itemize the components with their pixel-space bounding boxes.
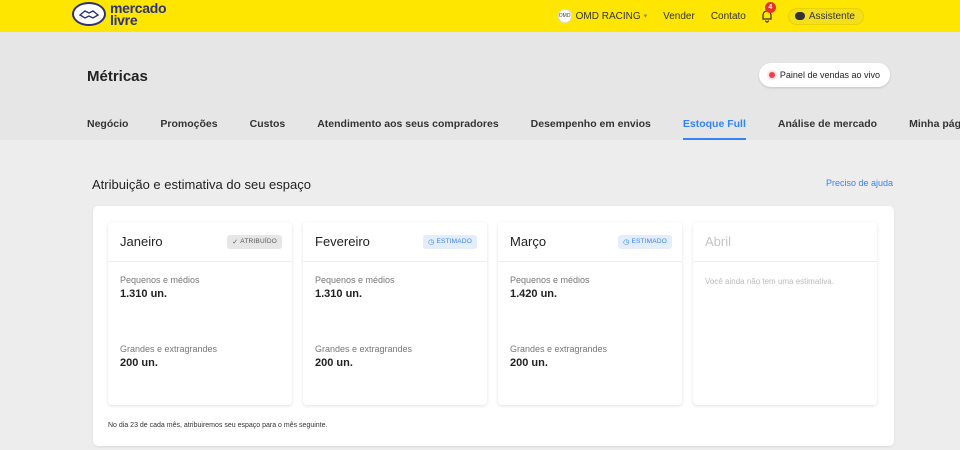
attributed-badge: ✓ ATRIBUÍDO: [227, 234, 282, 249]
store-avatar: OMD: [557, 9, 572, 23]
clock-icon: ◷: [623, 238, 630, 246]
help-link[interactable]: Preciso de ajuda: [826, 178, 893, 188]
month-card-janeiro: Janeiro ✓ ATRIBUÍDO Pequenos e médios 1.3…: [108, 222, 292, 405]
large-label: Grandes e extragrandes: [120, 344, 218, 354]
no-estimate-message: Você ainda não tem uma estimativa.: [705, 277, 834, 286]
live-dot-icon: [768, 72, 775, 78]
month-card-header: Fevereiro ◷ ESTIMADO: [303, 222, 487, 262]
estimated-badge: ◷ ESTIMADO: [618, 234, 672, 249]
top-bar: mercado livre OMD OMD RACING ▾ Vender Co…: [0, 0, 960, 32]
large-value: 200 un.: [120, 357, 158, 369]
tab-promocoes[interactable]: Promoções: [160, 118, 217, 140]
logo-text: mercado livre: [110, 0, 167, 28]
section-title: Atribuição e estimativa do seu espaço: [92, 177, 311, 192]
large-value: 200 un.: [315, 357, 353, 369]
small-medium-label: Pequenos e médios: [120, 275, 200, 285]
check-icon: ✓: [232, 238, 239, 246]
tab-custos[interactable]: Custos: [250, 118, 286, 140]
allocation-footnote: No dia 23 de cada mês, atribuiremos seu …: [108, 422, 328, 429]
handshake-icon: [72, 2, 106, 26]
badge-label: ATRIBUÍDO: [240, 238, 277, 245]
small-medium-label: Pequenos e médios: [315, 275, 395, 285]
metrics-tabs: Negócio Promoções Custos Atendimento aos…: [87, 118, 960, 140]
badge-label: ESTIMADO: [631, 238, 667, 245]
store-selector[interactable]: OMD OMD RACING ▾: [557, 9, 648, 23]
month-card-fevereiro: Fevereiro ◷ ESTIMADO Pequenos e médios 1.…: [303, 222, 487, 405]
large-label: Grandes e extragrandes: [315, 344, 413, 354]
tab-estoque-full[interactable]: Estoque Full: [682, 118, 746, 140]
mercado-livre-logo[interactable]: mercado livre: [72, 0, 167, 28]
tab-desempenho-envios[interactable]: Desempenho em envios: [531, 118, 651, 140]
small-medium-value: 1.420 un.: [510, 288, 558, 300]
page-title: Métricas: [87, 68, 148, 85]
notifications-button[interactable]: 4: [760, 2, 776, 23]
large-label: Grandes e extragrandes: [510, 344, 608, 354]
assistant-label: Assistente: [808, 10, 855, 22]
month-name: Março: [510, 234, 547, 249]
month-name: Fevereiro: [315, 234, 370, 249]
month-card-marco: Março ◷ ESTIMADO Pequenos e médios 1.420 …: [498, 222, 682, 405]
month-name: Janeiro: [120, 234, 163, 249]
page-header: Métricas Painel de vendas ao vivo Negóci…: [0, 32, 960, 140]
live-sales-panel-button[interactable]: Painel de vendas ao vivo: [758, 63, 890, 87]
tab-minha-pagina-label: Minha página: [909, 118, 960, 130]
chevron-down-icon: ▾: [643, 13, 648, 20]
month-card-header: Março ◷ ESTIMADO: [498, 222, 682, 262]
tab-negocio[interactable]: Negócio: [87, 118, 128, 140]
assistant-button[interactable]: Assistente: [787, 7, 864, 25]
tab-analise-mercado[interactable]: Análise de mercado: [778, 118, 877, 140]
month-card-abril: Abril Você ainda não tem uma estimativa.: [693, 222, 877, 405]
sell-link[interactable]: Vender: [663, 11, 695, 22]
small-medium-value: 1.310 un.: [315, 288, 363, 300]
large-value: 200 un.: [510, 357, 548, 369]
tab-atendimento[interactable]: Atendimento aos seus compradores: [317, 118, 498, 140]
small-medium-value: 1.310 un.: [120, 288, 168, 300]
month-card-header: Janeiro ✓ ATRIBUÍDO: [108, 222, 292, 262]
live-sales-panel-label: Painel de vendas ao vivo: [779, 70, 880, 80]
clock-icon: ◷: [428, 238, 435, 246]
space-allocation-panel: Janeiro ✓ ATRIBUÍDO Pequenos e médios 1.3…: [93, 206, 894, 446]
tab-minha-pagina[interactable]: Minha página: [909, 118, 960, 140]
chat-bubble-icon: [794, 12, 805, 20]
notification-badge: 4: [764, 2, 776, 13]
store-name: OMD RACING: [575, 10, 641, 22]
estimated-badge: ◷ ESTIMADO: [423, 234, 477, 249]
contact-link[interactable]: Contato: [711, 11, 746, 22]
month-card-header: Abril: [693, 222, 877, 262]
small-medium-label: Pequenos e médios: [510, 275, 590, 285]
header-actions: OMD OMD RACING ▾ Vender Contato 4 Assist…: [557, 2, 864, 26]
month-name: Abril: [705, 234, 732, 249]
badge-label: ESTIMADO: [436, 238, 472, 245]
